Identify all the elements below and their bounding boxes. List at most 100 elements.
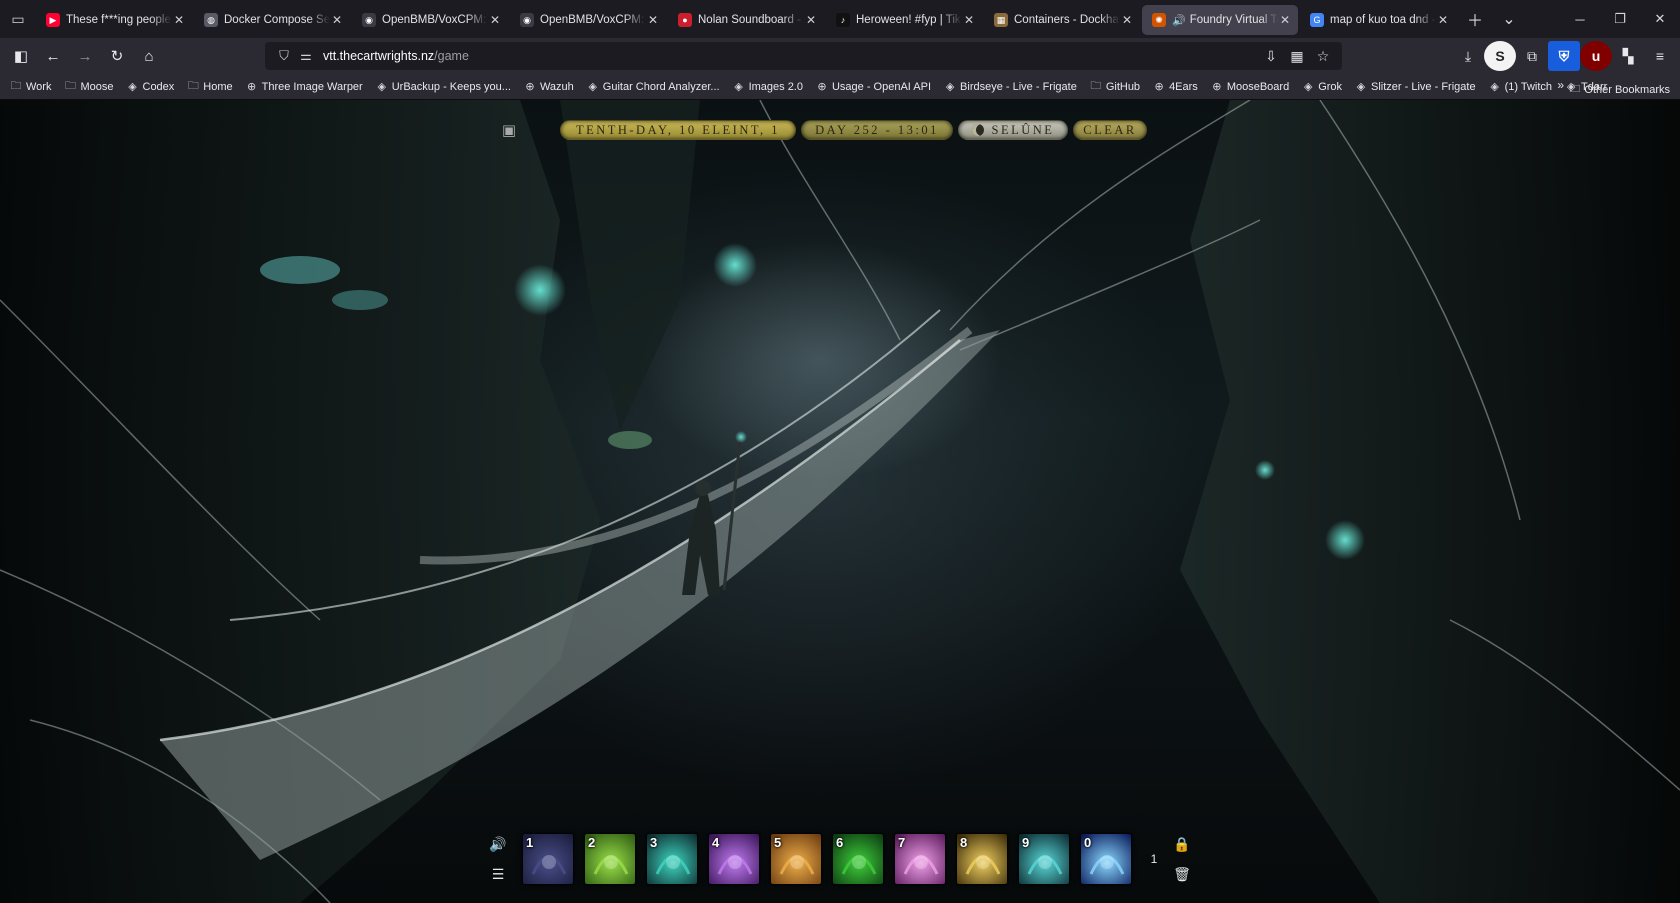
install-app-icon[interactable]: ⇩ xyxy=(1258,48,1284,65)
hotbar-slot-8[interactable]: 8 xyxy=(956,833,1008,885)
extensions-puzzle-icon[interactable]: ⧉ xyxy=(1516,41,1548,71)
reload-icon[interactable]: ↻ xyxy=(102,41,132,71)
minimize-icon[interactable]: ─ xyxy=(1560,0,1600,38)
ublock-icon[interactable]: u xyxy=(1580,41,1612,71)
hotbar-slot-number: 6 xyxy=(836,835,844,850)
shield-icon[interactable]: ⛉ xyxy=(273,48,295,64)
hotbar-slot-1[interactable]: 1 xyxy=(522,833,574,885)
tab-close-icon[interactable]: ✕ xyxy=(488,13,502,27)
tab-close-icon[interactable]: ✕ xyxy=(172,13,186,27)
tab-close-icon[interactable]: ✕ xyxy=(1436,13,1450,27)
tab-close-icon[interactable]: ✕ xyxy=(804,13,818,27)
tab-0[interactable]: ▶ These f***ing people, n ✕ xyxy=(36,5,192,35)
bookmark-item[interactable]: ◈ Grok xyxy=(1302,77,1342,96)
back-icon[interactable]: ← xyxy=(38,41,68,71)
folder-icon: 🗀 xyxy=(64,80,76,92)
tab-3[interactable]: ◉ OpenBMB/VoxCPM: Vo✕ xyxy=(510,5,666,35)
s-extension-badge: S xyxy=(1484,41,1516,71)
hotbar-slot-number: 8 xyxy=(960,835,968,850)
bookmark-item[interactable]: 🗀 Moose xyxy=(64,77,114,96)
volume-icon[interactable]: 🔊 xyxy=(486,833,510,855)
bookmark-item[interactable]: ◈ UrBackup - Keeps you... xyxy=(376,77,510,96)
url-bar[interactable]: ⛉ ⚌ vtt.thecartwrights.nz/game ⇩ ▦ ☆ xyxy=(265,42,1342,70)
tab-close-icon[interactable]: ✕ xyxy=(1120,13,1134,27)
list-all-tabs-icon[interactable]: ⌄ xyxy=(1492,9,1526,29)
bookmark-item[interactable]: ◈ Slitzer - Live - Frigate xyxy=(1355,77,1476,96)
close-window-icon[interactable]: ✕ xyxy=(1640,0,1680,38)
s-extension-icon[interactable]: S xyxy=(1484,41,1516,71)
hotbar-menu-icon[interactable]: ☰ xyxy=(486,863,510,885)
trash-icon[interactable]: 🗑 xyxy=(1170,863,1194,885)
bookmark-item[interactable]: 🗀 GitHub xyxy=(1090,77,1140,96)
hotbar-slot-4[interactable]: 4 xyxy=(708,833,760,885)
bookmark-item[interactable]: ◈ Codex xyxy=(127,77,174,96)
tab-7[interactable]: ✺ 🔊Foundry Virtual Tab✕ xyxy=(1142,5,1298,35)
tab-4[interactable]: ● Nolan Soundboard - In ✕ xyxy=(668,5,824,35)
tab-title: Docker Compose Setup xyxy=(224,14,330,26)
moon-phase-icon xyxy=(971,124,984,136)
grid-apps-icon[interactable]: ▚ xyxy=(1612,41,1644,71)
restore-icon[interactable]: ❐ xyxy=(1600,0,1640,38)
home-icon[interactable]: ⌂ xyxy=(134,41,164,71)
bookmarks-overflow-icon[interactable]: » xyxy=(1557,78,1564,92)
bookmark-item[interactable]: ⊕ Wazuh xyxy=(524,77,573,96)
tab-2[interactable]: ◉ OpenBMB/VoxCPM: Vo✕ xyxy=(352,5,508,35)
calendar-moon[interactable]: SELÛNE xyxy=(958,120,1068,140)
bookmark-item[interactable]: 🗀 Home xyxy=(187,77,233,96)
app-icon: ◈ xyxy=(377,81,386,93)
bookmark-item[interactable]: ⊕ Three Image Warper xyxy=(246,77,363,96)
new-tab-icon[interactable]: ＋ xyxy=(1458,7,1492,31)
site-info-icon[interactable]: ⚌ xyxy=(295,48,317,64)
app-icon: ◈ xyxy=(1490,81,1499,93)
firefox-view-icon[interactable]: ▭ xyxy=(0,0,36,38)
sidebar-toggle-icon[interactable]: ◧ xyxy=(6,41,36,71)
navigation-toolbar: ◧ ← → ↻ ⌂ ⛉ ⚌ vtt.thecartwrights.nz/game… xyxy=(0,38,1680,74)
tab-close-icon[interactable]: ✕ xyxy=(962,13,976,27)
bookmark-item[interactable]: ⊕ 4Ears xyxy=(1153,77,1197,96)
tab-close-icon[interactable]: ✕ xyxy=(330,13,344,27)
tab-close-icon[interactable]: ✕ xyxy=(646,13,660,27)
hotbar-slot-9[interactable]: 9 xyxy=(1018,833,1070,885)
hotbar-slot-0[interactable]: 0 xyxy=(1080,833,1132,885)
calendar-time[interactable]: DAY 252 - 13:01 xyxy=(801,120,953,140)
app-icon: ◈ xyxy=(945,81,955,93)
bookmark-item[interactable]: ⊕ Usage - OpenAI API xyxy=(816,77,931,96)
tab-close-icon[interactable]: ✕ xyxy=(1278,13,1292,27)
tab-8[interactable]: Gmap of kuo toa dnd - G ✕ xyxy=(1300,5,1456,35)
lock-icon[interactable]: 🔒 xyxy=(1170,833,1194,855)
menu-hamburger-icon[interactable]: ≡ xyxy=(1644,41,1676,71)
bookmark-star-icon[interactable]: ☆ xyxy=(1310,48,1336,65)
calendar-date[interactable]: TENTH-DAY, 10 ELEINT, 1 xyxy=(560,120,796,140)
hotbar-slot-3[interactable]: 3 xyxy=(646,833,698,885)
tab-5[interactable]: ♪ Heroween! #fyp | TikTo ✕ xyxy=(826,5,982,35)
forward-icon[interactable]: → xyxy=(70,41,100,71)
bookmark-item[interactable]: 🗀 Work xyxy=(10,77,52,96)
app-icon: ◈ xyxy=(588,81,598,93)
hotbar-slot-5[interactable]: 5 xyxy=(770,833,822,885)
rock-pillar xyxy=(560,100,700,430)
tab-1[interactable]: ◍ Docker Compose Setup✕ xyxy=(194,5,350,35)
game-canvas[interactable]: ▣ TENTH-DAY, 10 ELEINT, 1 DAY 252 - 13:0… xyxy=(0,100,1680,903)
bookmark-label: Slitzer - Live - Frigate xyxy=(1371,80,1476,93)
app-icon: ◈ xyxy=(1356,81,1366,93)
hotbar-slot-2[interactable]: 2 xyxy=(584,833,636,885)
bookmark-item[interactable]: ◈ Birdseye - Live - Frigate xyxy=(944,77,1077,96)
tab-audio-icon[interactable]: 🔊 xyxy=(1172,14,1186,27)
calendar-weather[interactable]: CLEAR xyxy=(1073,120,1147,140)
hotbar-page-number[interactable]: 1 xyxy=(1142,852,1166,866)
hotbar-slot-7[interactable]: 7 xyxy=(894,833,946,885)
bookmark-item[interactable]: ⊕ MooseBoard xyxy=(1211,77,1289,96)
qr-code-icon[interactable]: ▦ xyxy=(1284,48,1310,65)
tab-6[interactable]: ▦ Containers - Dockhand ✕ xyxy=(984,5,1140,35)
bookmark-item[interactable]: ◈ (1) Twitch xyxy=(1489,77,1552,96)
hotbar-slot-6[interactable]: 6 xyxy=(832,833,884,885)
bitwarden-icon[interactable]: ⛨ xyxy=(1548,41,1580,71)
downloads-icon[interactable]: ⤓ xyxy=(1452,41,1484,71)
bookmark-item[interactable]: ◈ Guitar Chord Analyzer... xyxy=(587,77,720,96)
url-text[interactable]: vtt.thecartwrights.nz/game xyxy=(323,49,469,63)
other-bookmarks[interactable]: 🗀 Other Bookmarks xyxy=(1569,80,1670,99)
url-host: vtt.thecartwrights.nz xyxy=(323,49,435,63)
tab-title: OpenBMB/VoxCPM: Vo xyxy=(540,14,646,26)
bookmark-item[interactable]: ◈ Images 2.0 xyxy=(733,77,803,96)
calendar-icon[interactable]: ▣ xyxy=(500,121,518,139)
